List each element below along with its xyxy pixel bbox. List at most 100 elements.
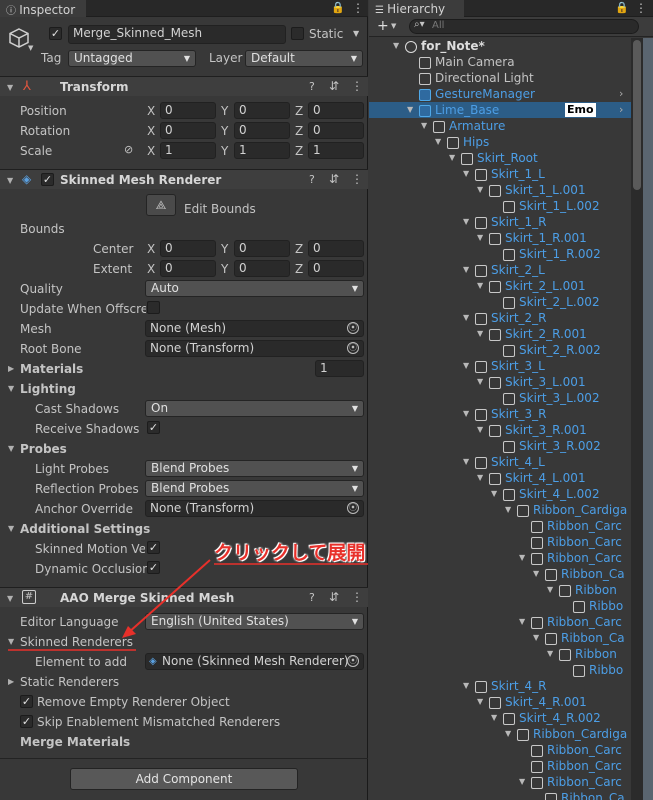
scrollbar-thumb[interactable] <box>633 40 641 190</box>
fold-arrow[interactable]: ▼ <box>505 502 515 518</box>
fold-arrow[interactable]: ▼ <box>533 566 543 582</box>
center-x[interactable]: 0 <box>160 240 216 257</box>
extent-x[interactable]: 0 <box>160 260 216 277</box>
hierarchy-item[interactable]: Skirt_2_R.002 <box>369 342 631 358</box>
hierarchy-item[interactable]: ▼ Ribbon <box>369 582 631 598</box>
center-z[interactable]: 0 <box>308 240 364 257</box>
hierarchy-item[interactable]: ▼ Skirt_4_R.001 <box>369 694 631 710</box>
hierarchy-item[interactable]: ▼ Ribbon_Cardiga <box>369 502 631 518</box>
fold-arrow[interactable]: ▼ <box>477 470 487 486</box>
settings-icon[interactable]: ⇵ <box>329 172 339 186</box>
active-checkbox[interactable]: ✓ <box>49 27 62 40</box>
fold-arrow[interactable]: ▼ <box>477 182 487 198</box>
hierarchy-item[interactable]: ▼ Skirt_4_L.002 <box>369 486 631 502</box>
fold-arrow[interactable]: ▼ <box>463 358 473 374</box>
rotation-y[interactable]: 0 <box>234 122 290 139</box>
fold-arrow[interactable]: ▼ <box>519 614 529 630</box>
position-y[interactable]: 0 <box>234 102 290 119</box>
gameobject-cube-icon[interactable] <box>8 27 30 49</box>
reflection-probes-dropdown[interactable]: Blend Probes ▼ <box>145 480 364 497</box>
fold-arrow[interactable]: ▼ <box>7 83 13 92</box>
edit-bounds-button[interactable]: ⟁ <box>146 194 176 216</box>
fold-arrow[interactable]: ▼ <box>435 134 445 150</box>
transform-header[interactable]: ▼ ⅄ Transform ? ⇵ ⋮ <box>0 76 368 96</box>
settings-icon[interactable]: ⇵ <box>329 79 339 93</box>
quality-dropdown[interactable]: Auto ▼ <box>145 280 364 297</box>
scale-z[interactable]: 1 <box>308 142 364 159</box>
hierarchy-item[interactable]: ▼ Skirt_4_L.001 <box>369 470 631 486</box>
hierarchy-item[interactable]: ▼ Ribbon_Carc <box>369 614 631 630</box>
object-picker-icon[interactable]: ⦿ <box>347 342 359 354</box>
hierarchy-item[interactable]: Ribbon_Ca <box>369 790 631 800</box>
fold-arrow[interactable]: ▼ <box>463 454 473 470</box>
hierarchy-item[interactable]: GestureManager › <box>369 86 631 102</box>
fold-arrow[interactable]: ▼ <box>519 774 529 790</box>
remove-empty-checkbox[interactable]: ✓ <box>20 695 33 708</box>
materials-label[interactable]: Materials <box>20 362 83 376</box>
static-dropdown-arrow[interactable]: ▼ <box>353 29 359 38</box>
menu-icon[interactable]: ⋮ <box>352 1 364 15</box>
more-icon[interactable]: ⋮ <box>351 79 363 93</box>
object-picker-icon[interactable]: ⦿ <box>347 322 359 334</box>
fold-arrow[interactable]: ▼ <box>547 646 557 662</box>
update-offscreen-checkbox[interactable] <box>147 301 160 314</box>
hierarchy-item[interactable]: ▼ Skirt_4_L <box>369 454 631 470</box>
fold-arrow[interactable]: ▼ <box>463 214 473 230</box>
hierarchy-item[interactable]: Skirt_2_L.002 <box>369 294 631 310</box>
hierarchy-item[interactable]: ▼ Skirt_1_L <box>369 166 631 182</box>
scale-y[interactable]: 1 <box>234 142 290 159</box>
hierarchy-item[interactable]: Ribbo <box>369 662 631 678</box>
fold-arrow[interactable]: ▼ <box>547 582 557 598</box>
hierarchy-item[interactable]: ▼ Hips <box>369 134 631 150</box>
static-checkbox[interactable] <box>291 27 304 40</box>
fold-arrow[interactable]: ▼ <box>505 726 515 742</box>
fold-arrow[interactable]: ▶ <box>8 364 14 373</box>
hierarchy-item[interactable]: ▼ Skirt_3_R <box>369 406 631 422</box>
layer-dropdown[interactable]: Default ▼ <box>245 50 363 67</box>
hierarchy-item[interactable]: ▼ Ribbon_Carc <box>369 550 631 566</box>
help-icon[interactable]: ? <box>309 173 315 186</box>
mesh-field[interactable]: None (Mesh) <box>145 320 364 337</box>
hierarchy-item[interactable]: Skirt_1_L.002 <box>369 198 631 214</box>
receive-shadows-checkbox[interactable]: ✓ <box>147 421 160 434</box>
help-icon[interactable]: ? <box>309 80 315 93</box>
static-renderers-label[interactable]: Static Renderers <box>20 675 119 689</box>
fold-arrow[interactable]: ▼ <box>477 230 487 246</box>
position-x[interactable]: 0 <box>160 102 216 119</box>
anchor-override-field[interactable]: None (Transform) <box>145 500 364 517</box>
hierarchy-tab[interactable]: ☰ Hierarchy <box>369 0 464 17</box>
tag-dropdown[interactable]: Untagged ▼ <box>68 50 196 67</box>
hierarchy-item[interactable]: ▼ Skirt_4_R.002 <box>369 710 631 726</box>
lock-icon[interactable]: 🔒 <box>615 1 629 14</box>
fold-arrow[interactable]: ▼ <box>519 550 529 566</box>
center-y[interactable]: 0 <box>234 240 290 257</box>
light-probes-dropdown[interactable]: Blend Probes ▼ <box>145 460 364 477</box>
object-picker-icon[interactable]: ⦿ <box>347 502 359 514</box>
fold-arrow[interactable]: ▼ <box>7 176 13 185</box>
probes-label[interactable]: Probes <box>20 442 67 456</box>
fold-arrow[interactable]: ▼ <box>477 326 487 342</box>
lock-icon[interactable]: 🔒 <box>331 1 345 14</box>
hierarchy-item[interactable]: ▼ Skirt_1_R <box>369 214 631 230</box>
fold-arrow[interactable]: ▼ <box>477 422 487 438</box>
chevron-right-icon[interactable]: › <box>619 102 623 118</box>
hierarchy-item[interactable]: ▼ Skirt_3_R.001 <box>369 422 631 438</box>
hierarchy-item[interactable]: ▼ Skirt_2_L.001 <box>369 278 631 294</box>
hierarchy-item[interactable]: ▼ Ribbon_Carc <box>369 774 631 790</box>
scrollbar[interactable] <box>631 38 643 800</box>
fold-arrow[interactable]: ▼ <box>449 150 459 166</box>
scale-x[interactable]: 1 <box>160 142 216 159</box>
hierarchy-item[interactable]: Directional Light <box>369 70 631 86</box>
fold-arrow[interactable]: ▼ <box>477 374 487 390</box>
fold-arrow[interactable]: ▼ <box>463 678 473 694</box>
hierarchy-item[interactable]: ▼ Skirt_1_R.001 <box>369 230 631 246</box>
hierarchy-item[interactable]: ▼ Skirt_Root <box>369 150 631 166</box>
hierarchy-item[interactable]: Skirt_1_R.002 <box>369 246 631 262</box>
skip-enablement-checkbox[interactable]: ✓ <box>20 715 33 728</box>
chevron-down-icon[interactable]: ▼ <box>391 22 396 30</box>
fold-arrow[interactable]: ▼ <box>491 486 501 502</box>
inspector-tab[interactable]: ⓘ Inspector <box>0 0 86 17</box>
hierarchy-item[interactable]: ▼ Skirt_3_L <box>369 358 631 374</box>
hierarchy-item[interactable]: Main Camera <box>369 54 631 70</box>
hierarchy-item[interactable]: ▼ Lime_Base Emo › <box>369 102 631 118</box>
